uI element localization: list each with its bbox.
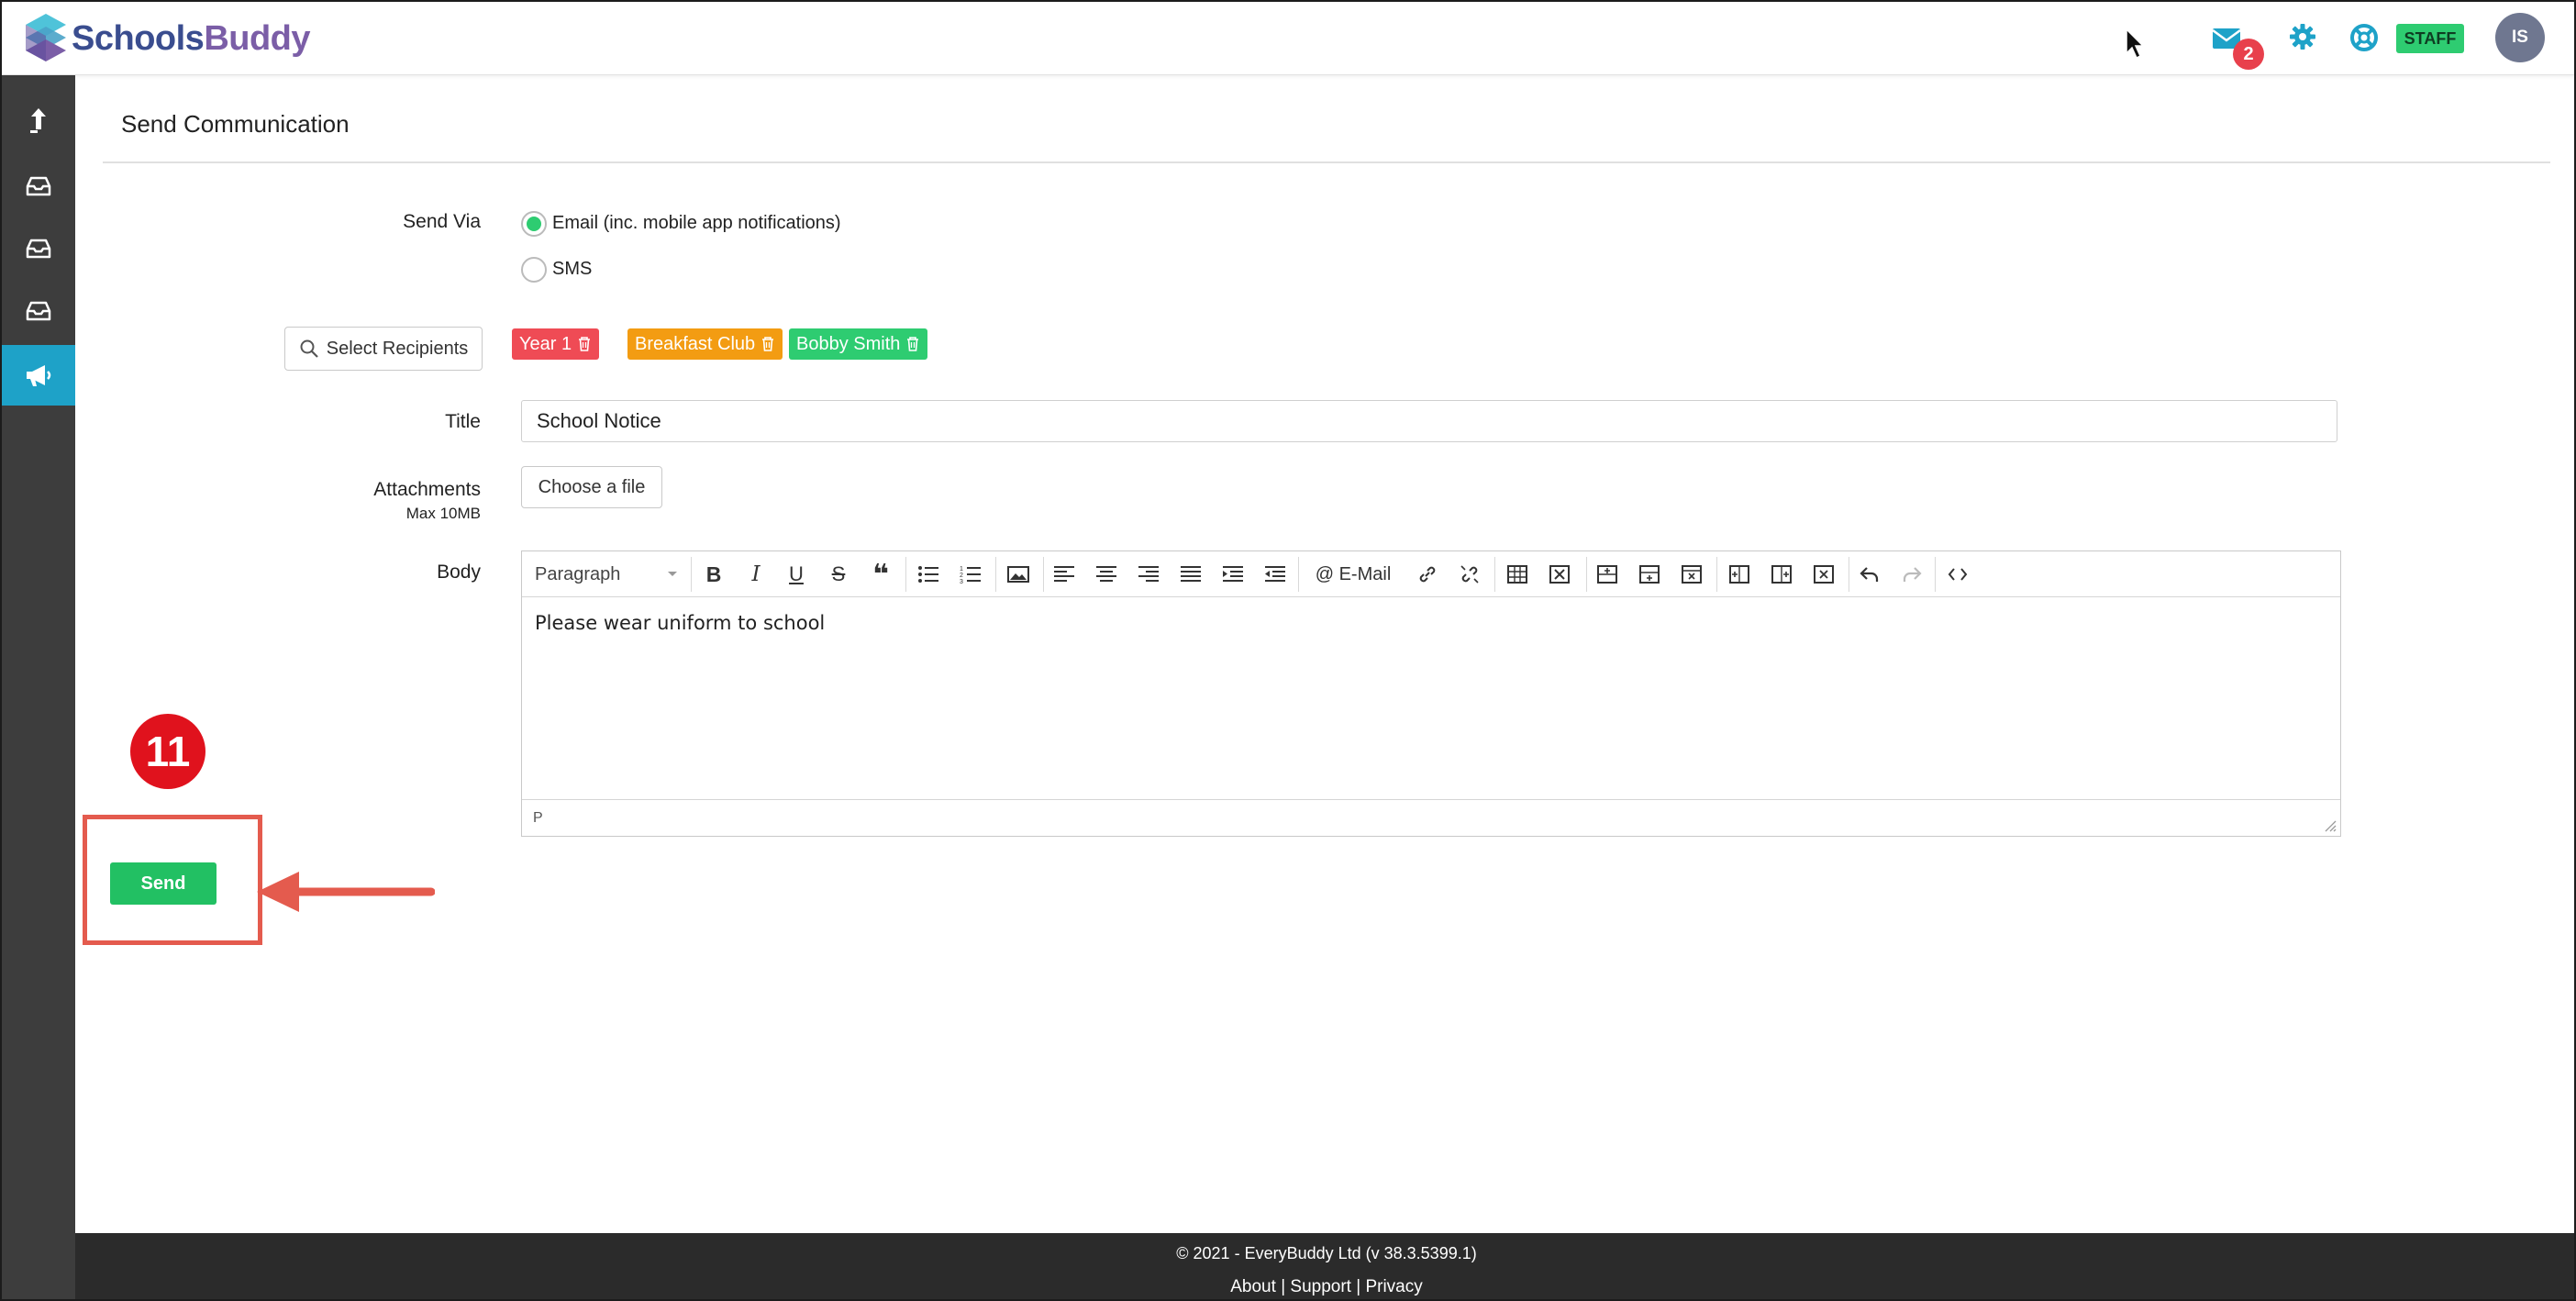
lifebuoy-help-icon[interactable] [2348, 22, 2380, 53]
redo-icon[interactable] [1896, 561, 1927, 588]
recipient-tag-label: Year 1 [519, 333, 572, 354]
page-title: Send Communication [121, 110, 350, 138]
email-insert-button[interactable]: @ E-Mail [1305, 561, 1401, 588]
footer: © 2021 - EveryBuddy Ltd (v 38.3.5399.1) … [75, 1233, 2574, 1299]
search-icon [300, 339, 318, 358]
blockquote-icon[interactable]: ❝ [865, 560, 896, 590]
editor-content[interactable]: Please wear uniform to school [535, 612, 825, 634]
align-center-icon[interactable] [1091, 561, 1122, 588]
italic-icon[interactable]: I [740, 561, 772, 588]
resize-handle-icon[interactable] [2322, 817, 2337, 832]
align-justify-icon[interactable] [1175, 561, 1206, 588]
inbox-icon [26, 176, 51, 196]
svg-text:3: 3 [960, 579, 963, 584]
recipient-tag-label: Bobby Smith [796, 333, 901, 354]
row-delete-icon[interactable] [1676, 561, 1707, 588]
footer-separator: | [1281, 1277, 1286, 1296]
format-select[interactable]: Paragraph [527, 561, 685, 588]
chevron-down-icon [668, 572, 677, 576]
gear-icon[interactable] [2288, 22, 2317, 51]
mail-count-badge: 2 [2233, 39, 2264, 70]
recipient-tag-bobby-smith[interactable]: Bobby Smith [789, 328, 928, 360]
row-insert-before-icon[interactable] [1592, 561, 1623, 588]
numbered-list-icon[interactable]: 123 [955, 561, 986, 588]
title-input[interactable]: School Notice [521, 400, 2337, 442]
bold-icon[interactable]: B [698, 561, 729, 588]
align-right-icon[interactable] [1133, 561, 1164, 588]
element-path: P [533, 809, 543, 826]
send-via-label: Send Via [403, 211, 481, 232]
delete-table-icon[interactable] [1544, 561, 1575, 588]
rich-text-editor: Paragraph B I U S ❝ 123 @ E-Mail Please … [521, 550, 2341, 837]
svg-text:1: 1 [960, 566, 963, 573]
editor-statusbar: P [522, 799, 2340, 836]
title-label: Title [445, 411, 481, 432]
radio-sms[interactable] [521, 257, 547, 283]
mouse-cursor-icon [2126, 28, 2145, 60]
select-recipients-label: Select Recipients [326, 338, 469, 359]
link-icon[interactable] [1412, 561, 1443, 588]
indent-icon[interactable] [1217, 561, 1249, 588]
col-insert-before-icon[interactable] [1724, 561, 1755, 588]
sidebar [2, 75, 75, 1299]
footer-copyright: © 2021 - EveryBuddy Ltd (v 38.3.5399.1) [1176, 1244, 1477, 1262]
attachments-label: Attachments [373, 479, 481, 500]
col-insert-after-icon[interactable] [1766, 561, 1797, 588]
row-insert-after-icon[interactable] [1634, 561, 1665, 588]
bullet-list-icon[interactable] [913, 561, 944, 588]
sidebar-item-inbox-2[interactable] [2, 218, 75, 279]
inbox-icon [26, 301, 51, 321]
footer-links: About | Support | Privacy [75, 1277, 2574, 1297]
pointer-arrow-icon [257, 872, 435, 912]
insert-table-icon[interactable] [1502, 561, 1533, 588]
align-left-icon[interactable] [1049, 561, 1080, 588]
strikethrough-icon[interactable]: S [823, 561, 854, 588]
radio-email[interactable] [521, 211, 547, 237]
svg-text:2: 2 [960, 573, 963, 579]
format-select-value: Paragraph [535, 563, 621, 584]
footer-link-privacy[interactable]: Privacy [1365, 1277, 1422, 1296]
underline-icon[interactable]: U [781, 561, 812, 588]
send-button[interactable]: Send [110, 862, 217, 905]
radio-sms-label[interactable]: SMS [552, 259, 592, 280]
trash-icon[interactable] [577, 336, 592, 352]
outdent-icon[interactable] [1260, 561, 1291, 588]
footer-link-support[interactable]: Support [1290, 1277, 1351, 1296]
footer-link-about[interactable]: About [1230, 1277, 1276, 1296]
top-bar: SchoolsBuddy 2 STAFF IS [2, 2, 2574, 75]
inbox-icon [26, 239, 51, 259]
recipient-tag-year-1[interactable]: Year 1 [512, 328, 600, 360]
unlink-icon[interactable] [1454, 561, 1485, 588]
col-delete-icon[interactable] [1808, 561, 1839, 588]
radio-email-label[interactable]: Email (inc. mobile app notifications) [552, 213, 841, 234]
megaphone-icon [27, 365, 51, 386]
logo-icon [26, 14, 66, 61]
staff-role-badge: STAFF [2396, 24, 2464, 53]
trash-icon[interactable] [905, 336, 920, 352]
brand-name: SchoolsBuddy [72, 18, 311, 58]
footer-separator: | [1356, 1277, 1361, 1296]
sidebar-item-upload[interactable] [2, 90, 75, 150]
source-code-icon[interactable] [1942, 561, 1973, 588]
user-avatar[interactable]: IS [2495, 13, 2545, 62]
attachments-size-hint: Max 10MB [405, 505, 481, 522]
step-number-badge: 11 [130, 714, 205, 789]
brand-logo[interactable]: SchoolsBuddy [22, 11, 311, 66]
title-divider [103, 161, 2550, 163]
choose-file-button[interactable]: Choose a file [521, 466, 662, 508]
editor-toolbar: Paragraph B I U S ❝ 123 @ E-Mail [522, 551, 2340, 597]
sidebar-item-inbox-3[interactable] [2, 281, 75, 341]
select-recipients-button[interactable]: Select Recipients [284, 327, 483, 371]
recipient-tag-breakfast-club[interactable]: Breakfast Club [627, 328, 783, 360]
body-label: Body [437, 562, 481, 583]
app-window: SchoolsBuddy 2 STAFF IS Send Communicati… [0, 0, 2576, 1301]
trash-icon[interactable] [761, 336, 775, 352]
insert-image-icon[interactable] [1003, 561, 1034, 588]
undo-icon[interactable] [1854, 561, 1885, 588]
upload-arrow-icon [30, 108, 46, 133]
recipient-tag-label: Breakfast Club [635, 333, 756, 354]
sidebar-item-communications[interactable] [2, 345, 75, 406]
sidebar-item-inbox-1[interactable] [2, 156, 75, 217]
